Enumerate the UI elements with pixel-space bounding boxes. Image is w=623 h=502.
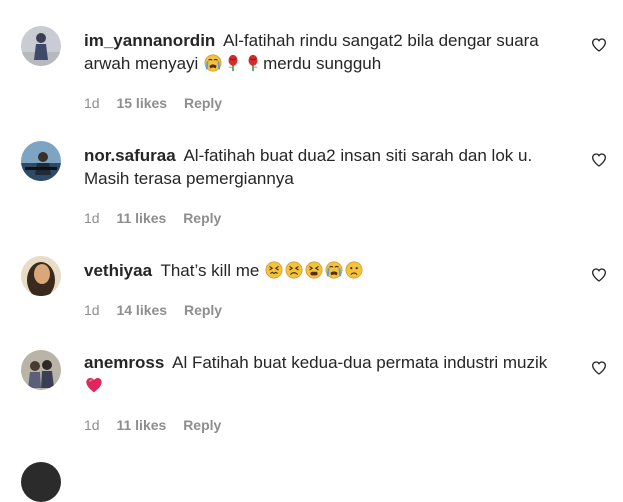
like-heart-icon[interactable] [591, 267, 607, 283]
comment-likes[interactable]: 15 likes [116, 95, 167, 111]
reply-button[interactable]: Reply [183, 417, 221, 433]
comment-likes[interactable]: 11 likes [116, 210, 166, 226]
comment-username[interactable]: im_yannanordin [84, 31, 215, 50]
comment-text: That’s kill me [160, 261, 260, 280]
like-heart-icon[interactable] [591, 37, 607, 53]
red-heart-emoji-icon [85, 376, 103, 394]
comment-body: vethiyaa That’s kill me [84, 259, 554, 282]
like-heart-icon[interactable] [591, 360, 607, 376]
comment-likes[interactable]: 14 likes [116, 302, 167, 318]
comment-body: nor.safuraa Al-fatihah buat dua2 insan s… [84, 144, 554, 190]
rose-emoji-icon [244, 54, 262, 72]
crying-face-emoji-icon [204, 54, 222, 72]
persevering-face-emoji-icon [285, 261, 303, 279]
reply-button[interactable]: Reply [183, 210, 221, 226]
comment-meta: 1d 15 likes Reply [84, 95, 235, 111]
reply-button[interactable]: Reply [184, 95, 222, 111]
tired-face-emoji-icon [305, 261, 323, 279]
comment-meta: 1d 11 likes Reply [84, 210, 234, 226]
comment-meta: 1d 14 likes Reply [84, 302, 235, 318]
avatar[interactable] [21, 256, 61, 296]
like-heart-icon[interactable] [591, 152, 607, 168]
avatar[interactable] [21, 350, 61, 390]
avatar[interactable] [21, 26, 61, 66]
comment-likes[interactable]: 11 likes [116, 417, 166, 433]
crying-face-emoji-icon [325, 261, 343, 279]
comment-text: Al Fatihah buat kedua-dua permata indust… [172, 353, 548, 372]
frowning-face-emoji-icon [345, 261, 363, 279]
comment-age: 1d [84, 210, 100, 226]
avatar[interactable] [21, 462, 61, 502]
comment-username[interactable]: vethiyaa [84, 261, 152, 280]
comment-meta: 1d 11 likes Reply [84, 417, 234, 433]
comment-username[interactable]: anemross [84, 353, 164, 372]
comment-text-continued: merdu sungguh [263, 54, 382, 73]
reply-button[interactable]: Reply [184, 302, 222, 318]
comment-body: im_yannanordin Al-fatihah rindu sangat2 … [84, 29, 554, 75]
rose-emoji-icon [224, 54, 242, 72]
avatar[interactable] [21, 141, 61, 181]
comment-username[interactable]: nor.safuraa [84, 146, 176, 165]
comment-body: anemross Al Fatihah buat kedua-dua perma… [84, 351, 554, 397]
comment-age: 1d [84, 417, 100, 433]
comment-age: 1d [84, 95, 100, 111]
comment-age: 1d [84, 302, 100, 318]
confounded-face-emoji-icon [265, 261, 283, 279]
